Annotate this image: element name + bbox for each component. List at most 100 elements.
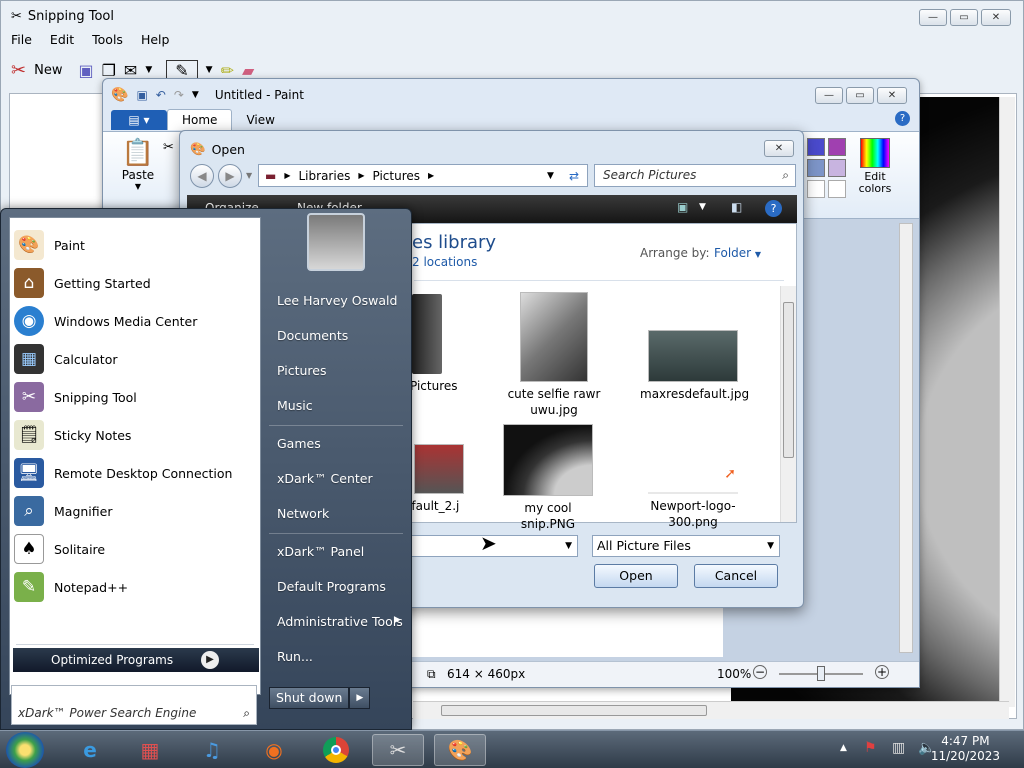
games-link[interactable]: Games [277,436,321,451]
tab-view[interactable]: View [232,110,288,130]
file-item[interactable]: my cool snip.PNG [500,424,596,532]
view-icon[interactable]: ▣ [677,200,688,214]
chrome-icon[interactable] [310,734,362,766]
file-item[interactable]: ➚ Newport-logo-300.png [640,464,746,530]
start-orb-icon[interactable] [6,732,44,768]
menu-help[interactable]: Help [141,32,170,47]
tray-flag-icon[interactable]: ⚑ [864,740,877,756]
zoom-out-icon[interactable]: − [753,665,767,679]
forward-button[interactable]: ▶ [218,164,242,188]
send-icon[interactable]: ✉ [124,61,137,80]
vertical-scrollbar[interactable] [999,97,1015,707]
preview-pane-icon[interactable]: ◧ [731,200,742,214]
copy-icon[interactable]: ❐ [102,61,116,80]
paint-close-button[interactable]: ✕ [877,87,907,104]
program-item-getting-started[interactable]: ⌂ Getting Started [14,264,151,302]
program-item-paint[interactable]: 🎨 Paint [14,226,85,264]
file-type-select[interactable]: All Picture Files ▼ [592,535,780,557]
highlighter-icon[interactable]: ✏ [221,61,234,80]
tab-home[interactable]: Home [167,109,233,130]
breadcrumb-libraries[interactable]: Libraries [299,169,351,183]
file-item[interactable]: cute selfie rawr uwu.jpg [506,292,602,418]
system-clock[interactable]: 4:47 PM 11/20/2023 [931,734,1000,764]
dropdown-arrow-icon[interactable]: ▼ [145,65,152,75]
zoom-slider-thumb[interactable] [817,666,825,681]
address-dropdown-icon[interactable]: ▼ [547,171,554,181]
refresh-icon[interactable]: ⇄ [569,169,579,183]
start-search-box[interactable]: xDark™ Power Search Engine ⌕ [11,685,257,725]
paint-taskbar-icon[interactable]: 🎨 [434,734,486,766]
paint-file-menu-button[interactable]: ▤ ▾ [111,110,167,130]
eraser-icon[interactable]: ▰ [242,61,254,80]
shutdown-button[interactable]: Shut down [269,687,350,709]
open-button[interactable]: Open [594,564,678,588]
menu-edit[interactable]: Edit [50,32,74,47]
scroll-thumb[interactable] [783,302,794,458]
file-item[interactable]: maxresdefault.jpg [640,330,749,402]
horizontal-scrollbar[interactable] [413,701,1009,719]
undo-icon[interactable]: ↶ [156,88,166,102]
palette-swatch[interactable] [828,138,846,156]
program-item-remote-desktop[interactable]: 🖥 Remote Desktop Connection [14,454,232,492]
locations-link[interactable]: 2 locations [412,255,496,269]
palette-swatch[interactable] [807,138,825,156]
search-pictures-input[interactable]: Search Pictures ⌕ [594,164,796,187]
file-item[interactable]: Pictures [410,294,480,394]
palette-swatch[interactable] [807,180,825,198]
save-icon[interactable]: ▣ [136,88,147,102]
documents-link[interactable]: Documents [277,328,348,343]
default-programs-link[interactable]: Default Programs [277,579,386,594]
minimize-button[interactable]: — [919,9,947,26]
program-item-sticky-notes[interactable]: 🗒 Sticky Notes [14,416,131,454]
back-button[interactable]: ◀ [190,164,214,188]
save-icon[interactable]: ▣ [78,61,93,80]
scroll-thumb[interactable] [441,705,707,716]
run-link[interactable]: Run... [277,649,313,664]
program-item-solitaire[interactable]: ♠ Solitaire [14,530,105,568]
program-item-snipping-tool[interactable]: ✂ Snipping Tool [14,378,137,416]
help-icon[interactable]: ? [895,111,910,126]
palette-swatch[interactable] [807,159,825,177]
pen-dropdown-icon[interactable]: ▼ [206,65,213,75]
shutdown-options-icon[interactable]: ▶ [349,687,371,709]
music-link[interactable]: Music [277,398,313,413]
tray-network-icon[interactable]: ▥ [892,740,905,756]
breadcrumb-pictures[interactable]: Pictures [372,169,420,183]
avatar[interactable] [307,213,365,271]
edit-colors-button[interactable]: Edit colors [855,138,895,195]
paste-button[interactable]: 📋 Paste ▼ [117,138,159,191]
network-link[interactable]: Network [277,506,329,521]
cancel-button[interactable]: Cancel [694,564,778,588]
customize-dropdown-icon[interactable]: ▼ [192,90,199,100]
paint-minimize-button[interactable]: — [815,87,843,104]
xdark-panel-link[interactable]: xDark™ Panel [277,544,364,559]
tray-expand-icon[interactable]: ▲ [840,743,847,753]
program-item-magnifier[interactable]: ⌕ Magnifier [14,492,112,530]
new-snip-button[interactable]: New [34,63,62,78]
file-item[interactable]: efault_2.j [404,444,474,514]
administrative-tools-link[interactable]: Administrative Tools [277,614,403,629]
music-icon[interactable]: ♫ [186,734,238,766]
address-bar[interactable]: ▬ ▶ Libraries ▶ Pictures ▶ ▼ ⇄ [258,164,588,187]
program-item-calculator[interactable]: ▦ Calculator [14,340,117,378]
close-button[interactable]: ✕ [981,9,1011,26]
media-player-icon[interactable]: ▦ [124,734,176,766]
optimized-programs-button[interactable]: Optimized Programs ▶ [13,648,259,672]
menu-tools[interactable]: Tools [92,32,123,47]
snipping-tool-taskbar-icon[interactable]: ✂ [372,734,424,766]
paint-vertical-scrollbar[interactable] [899,223,913,653]
view-dropdown-icon[interactable]: ▼ [699,202,706,212]
maximize-button[interactable]: ▭ [950,9,978,26]
open-close-button[interactable]: ✕ [764,140,794,157]
zoom-in-icon[interactable]: + [875,665,889,679]
user-name-link[interactable]: Lee Harvey Oswald [277,293,397,308]
arrange-by-dropdown[interactable]: Folder ▼ [714,246,761,260]
help-icon[interactable]: ? [765,200,782,217]
redo-icon[interactable]: ↷ [174,88,184,102]
cut-icon[interactable]: ✂ [163,140,174,155]
paint-maximize-button[interactable]: ▭ [846,87,874,104]
program-item-media-center[interactable]: ◉ Windows Media Center [14,302,197,340]
xdark-center-link[interactable]: xDark™ Center [277,471,373,486]
file-list-scrollbar[interactable] [780,286,796,522]
program-item-notepad-plus-plus[interactable]: ✎ Notepad++ [14,568,128,606]
